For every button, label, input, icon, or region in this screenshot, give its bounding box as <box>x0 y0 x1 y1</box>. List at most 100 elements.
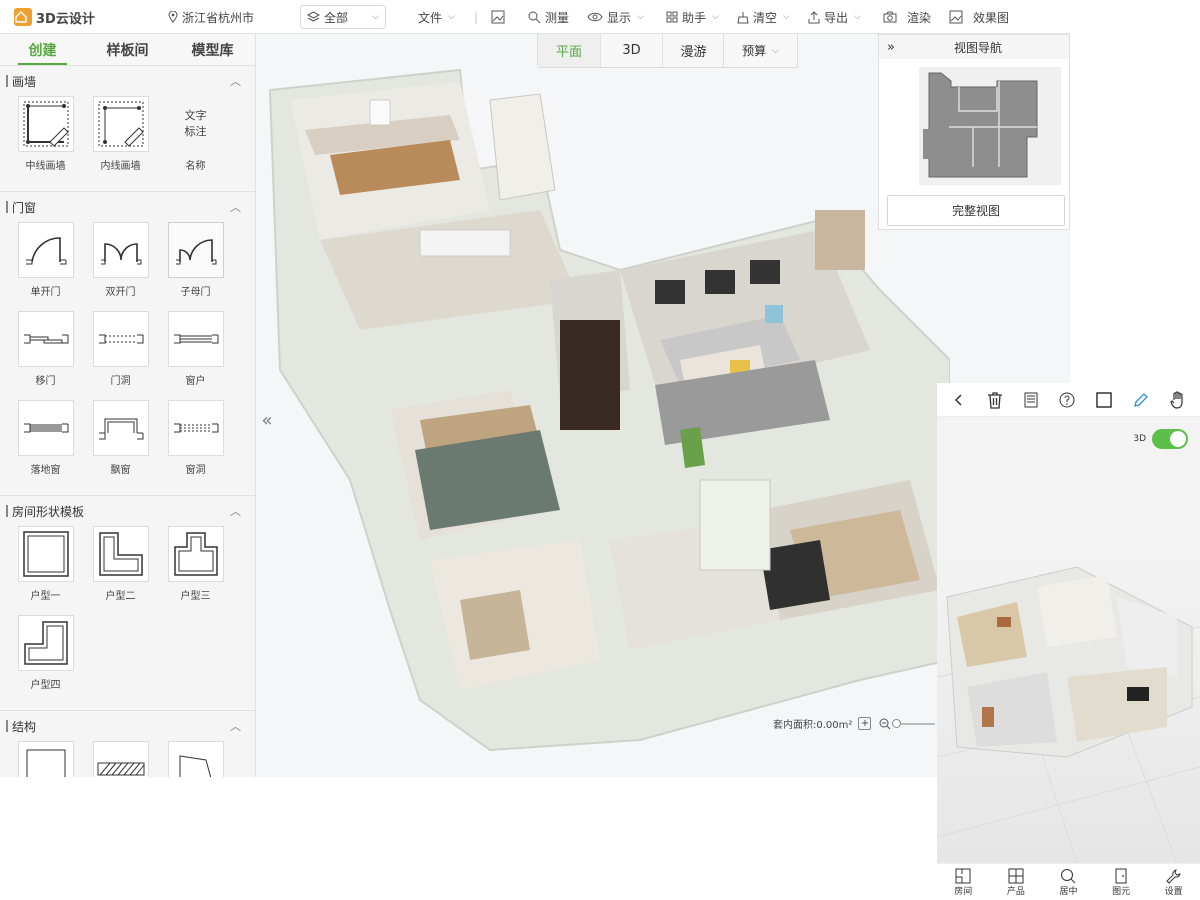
tool-room-shape-4[interactable]: 户型四 <box>8 615 83 704</box>
layers-icon <box>307 11 320 22</box>
nav-settings[interactable]: 设置 <box>1165 864 1183 900</box>
nav-elements[interactable]: 图元 <box>1112 864 1130 900</box>
mobile-preview: 3D 房间 产品 居中 图元 设置 <box>937 383 1200 900</box>
sliding-door-icon <box>17 311 74 367</box>
image-icon <box>949 10 963 24</box>
nav-label: 房间 <box>954 886 973 897</box>
file-menu[interactable]: 文件 ⌵ <box>418 0 455 34</box>
measure-button[interactable]: 测量 <box>528 0 569 34</box>
mother-son-door-icon <box>167 222 224 278</box>
sidebar-tabs: 创建 样板间 模型库 <box>0 34 255 66</box>
tool-room-shape-2[interactable]: 户型二 <box>83 526 158 615</box>
pencil-icon[interactable] <box>1133 392 1149 408</box>
tool-label: 户型四 <box>30 680 61 691</box>
home-icon <box>14 8 32 26</box>
chevron-down-icon: ⌵ <box>783 12 790 22</box>
tool-flue[interactable] <box>158 741 233 777</box>
tool-mother-son-door[interactable]: 子母门 <box>158 222 233 311</box>
back-icon[interactable] <box>952 393 966 407</box>
tool-single-door[interactable]: 单开门 <box>8 222 83 311</box>
tool-room-shape-3[interactable]: 户型三 <box>158 526 233 615</box>
tab-3d[interactable]: 3D <box>600 34 662 67</box>
budget-dropdown[interactable]: 预算 ⌵ <box>723 34 798 68</box>
tool-beam[interactable] <box>83 741 158 777</box>
help-icon[interactable] <box>1059 392 1075 408</box>
tool-double-door[interactable]: 双开门 <box>83 222 158 311</box>
section-header[interactable]: 房间形状模板 ︿ <box>0 496 255 526</box>
hand-icon[interactable] <box>1169 390 1186 409</box>
expand-icon[interactable]: » <box>887 40 895 55</box>
section-title: 门窗 <box>12 200 37 215</box>
tool-window-opening[interactable]: 窗洞 <box>158 400 233 489</box>
chevron-down-icon: ⌵ <box>448 12 455 22</box>
chevron-up-icon: ︿ <box>230 201 241 214</box>
scope-dropdown[interactable]: 全部 ⌵ <box>300 5 386 29</box>
mobile-3d-model <box>937 566 1200 863</box>
tool-label: 户型二 <box>105 591 136 602</box>
zoom-slider[interactable] <box>892 718 936 728</box>
section-header[interactable]: 结构 ︿ <box>0 711 255 741</box>
tool-bay-window[interactable]: 飘窗 <box>83 400 158 489</box>
render-button[interactable]: 渲染 <box>883 0 931 34</box>
tab-walkthrough[interactable]: 漫游 <box>662 34 724 67</box>
assistant-menu[interactable]: 助手 ⌵ <box>666 0 719 34</box>
tool-window[interactable]: 窗户 <box>158 311 233 400</box>
tool-text-label[interactable]: 文字 标注 名称 <box>158 96 233 185</box>
measure-icon <box>528 11 541 23</box>
tool-floor-window[interactable]: 落地窗 <box>8 400 83 489</box>
floorplan-3d-view[interactable] <box>260 60 950 760</box>
product-icon <box>1008 868 1024 883</box>
editor-app: 3D云设计 浙江省杭州市 全部 ⌵ 文件 ⌵ | 测量 显示 ⌵ 助手 ⌵ 清空… <box>0 0 1070 777</box>
3d-toggle-switch[interactable] <box>1152 429 1188 449</box>
section-header[interactable]: 门窗 ︿ <box>0 192 255 222</box>
zoom-slider-handle[interactable] <box>892 718 902 728</box>
zoom-out-icon[interactable] <box>879 718 891 730</box>
area-text: 套内面积:0.00m² <box>773 720 853 731</box>
tool-door-opening[interactable]: 门洞 <box>83 311 158 400</box>
tool-pillar[interactable] <box>8 741 83 777</box>
budget-label: 预算 <box>742 44 767 58</box>
trash-icon[interactable] <box>987 391 1003 409</box>
tool-label: 子母门 <box>180 287 211 298</box>
export-menu[interactable]: 导出 ⌵ <box>808 0 861 34</box>
tool-innerline-wall[interactable]: 内线画墙 <box>83 96 158 185</box>
nav-label: 居中 <box>1059 886 1078 897</box>
clear-menu[interactable]: 清空 ⌵ <box>737 0 790 34</box>
double-door-icon <box>92 222 149 278</box>
tool-label: 户型三 <box>180 591 211 602</box>
tool-centerline-wall[interactable]: 中线画墙 <box>8 96 83 185</box>
mobile-toolbar <box>937 383 1200 417</box>
image-button[interactable] <box>491 0 509 34</box>
minimap[interactable] <box>919 67 1061 185</box>
tab-model-library[interactable]: 模型库 <box>170 34 255 65</box>
3d-toggle-row: 3D <box>1133 429 1188 449</box>
tool-label: 落地窗 <box>30 465 61 476</box>
tab-templates[interactable]: 样板间 <box>85 34 170 65</box>
tool-sliding-door[interactable]: 移门 <box>8 311 83 400</box>
door-icon <box>1115 868 1127 883</box>
top-toolbar: 3D云设计 浙江省杭州市 全部 ⌵ 文件 ⌵ | 测量 显示 ⌵ 助手 ⌵ 清空… <box>0 0 1070 34</box>
location-selector[interactable]: 浙江省杭州市 <box>168 0 254 34</box>
beam-icon <box>92 741 149 777</box>
app-logo[interactable]: 3D云设计 <box>14 0 95 34</box>
full-view-button[interactable]: 完整视图 <box>887 195 1065 226</box>
location-label: 浙江省杭州市 <box>182 10 255 25</box>
section-title: 结构 <box>12 719 37 734</box>
room-square-icon <box>17 526 74 582</box>
tab-plan[interactable]: 平面 <box>538 34 600 67</box>
mobile-3d-canvas[interactable]: 3D <box>937 417 1200 863</box>
tool-room-shape-1[interactable]: 户型一 <box>8 526 83 615</box>
nav-room[interactable]: 房间 <box>954 864 972 900</box>
search-icon <box>1061 868 1076 883</box>
bay-window-icon <box>92 400 149 456</box>
section-header[interactable]: 画墙 ︿ <box>0 66 255 96</box>
add-icon[interactable]: + <box>858 717 872 730</box>
tab-create[interactable]: 创建 <box>0 34 85 65</box>
square-icon[interactable] <box>1095 391 1112 408</box>
list-icon[interactable] <box>1024 392 1038 408</box>
effect-button[interactable]: 效果图 <box>949 0 1009 34</box>
nav-center[interactable]: 居中 <box>1059 864 1077 900</box>
upload-icon <box>808 10 820 23</box>
nav-product[interactable]: 产品 <box>1007 864 1025 900</box>
display-menu[interactable]: 显示 ⌵ <box>587 0 644 34</box>
